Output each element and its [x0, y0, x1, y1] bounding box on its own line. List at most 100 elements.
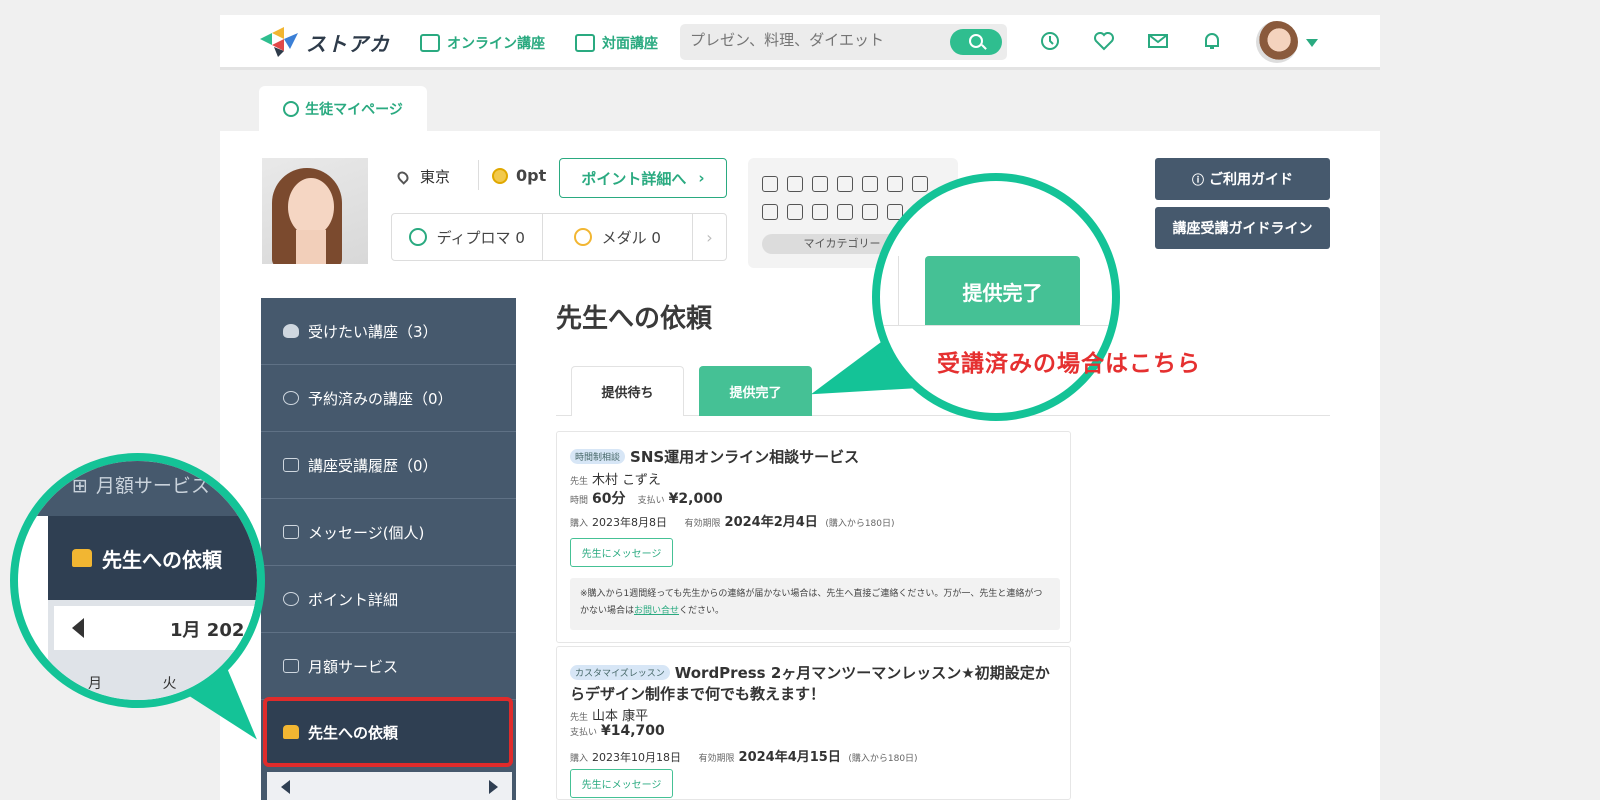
tab-completed[interactable]: 提供完了 — [699, 366, 812, 416]
sidebar-item-label: 受けたい講座（3） — [308, 322, 438, 341]
location-text: 東京 — [420, 168, 451, 186]
zoom-teacher-request: 先生への依頼 — [48, 516, 257, 600]
zoom-teacher-request-label: 先生への依頼 — [102, 547, 222, 572]
heart-icon — [283, 324, 299, 338]
online-course-icon — [420, 34, 440, 52]
sidebar-item-teacher-request[interactable]: 先生への依頼 — [263, 697, 513, 767]
medal-label: メダル 0 — [601, 228, 661, 247]
mail-icon — [283, 525, 299, 539]
calendar-prev-icon[interactable] — [281, 780, 290, 794]
card-teacher: 先生 山本 康平 — [570, 705, 648, 724]
location: 東京 — [395, 166, 451, 187]
pencil-icon — [283, 458, 299, 472]
pay-label: 支払い — [570, 728, 598, 738]
teacher-name: 木村 こずえ — [592, 473, 661, 488]
mail-icon[interactable] — [1146, 30, 1170, 54]
location-pin-icon — [395, 168, 411, 185]
category-icon — [862, 204, 878, 220]
stats-next-icon[interactable]: › — [692, 214, 726, 260]
points-detail-button[interactable]: ポイント詳細へ › — [559, 158, 727, 198]
course-guideline-button[interactable]: 講座受講ガイドライン — [1155, 207, 1330, 249]
card-badge: 時間制相談 — [570, 449, 626, 464]
sidebar-item-label: 月額サービス — [308, 657, 399, 676]
medal-stat[interactable]: メダル 0 — [541, 214, 693, 260]
top-header: ストアカ オンライン講座 対面講座 — [220, 15, 1380, 70]
category-icon — [762, 204, 778, 220]
heart-icon[interactable] — [1092, 30, 1116, 54]
profile-photo — [262, 158, 368, 264]
time-value: 60分 — [592, 491, 626, 507]
sidebar-item-label: 先生への依頼 — [308, 723, 399, 742]
sidebar-item-label: ポイント詳細 — [308, 590, 399, 609]
sidebar-item-wishlist[interactable]: 受けたい講座（3） — [261, 298, 516, 365]
pay-value: ¥14,700 — [601, 723, 665, 739]
nav-offline-label: 対面講座 — [602, 36, 658, 52]
calendar-next-icon[interactable] — [489, 780, 498, 794]
history-icon[interactable] — [1038, 30, 1062, 54]
category-icon — [787, 176, 803, 192]
chevron-down-icon[interactable] — [1306, 39, 1318, 47]
contact-link[interactable]: お問い合せ — [634, 606, 679, 616]
sidebar-item-messages[interactable]: メッセージ(個人) — [261, 499, 516, 566]
expiry-note: (購入から180日) — [848, 754, 918, 764]
category-icon — [862, 176, 878, 192]
user-avatar[interactable] — [1256, 21, 1298, 63]
purchase-label: 購入 — [570, 519, 589, 529]
nav-offline[interactable]: 対面講座 — [575, 33, 658, 53]
message-teacher-button[interactable]: 先生にメッセージ — [570, 769, 673, 798]
category-icon — [837, 204, 853, 220]
logo[interactable]: ストアカ — [260, 27, 390, 57]
expiry-date: 2024年2月4日 — [724, 515, 818, 530]
grid-icon — [283, 659, 299, 673]
nav-online-label: オンライン講座 — [447, 36, 545, 52]
teacher-label: 先生 — [570, 713, 589, 723]
divider — [478, 160, 479, 190]
diploma-stat[interactable]: ディプロマ 0 — [392, 214, 542, 260]
purchase-date: 2023年10月18日 — [592, 751, 682, 764]
tab-student-mypage-label: 生徒マイページ — [305, 101, 403, 118]
bell-icon[interactable] — [1200, 30, 1224, 54]
expiry-note: (購入から180日) — [825, 519, 895, 529]
tab-pending[interactable]: 提供待ち — [571, 366, 684, 416]
help-icon: ⓘ — [1191, 172, 1204, 187]
category-icon — [812, 204, 828, 220]
search-button[interactable] — [950, 29, 1002, 55]
tab-student-mypage[interactable]: 生徒マイページ — [259, 86, 427, 131]
request-card: カスタマイズレッスン WordPress 2ヶ月マンツーマンレッスン★初期設定か … — [556, 646, 1071, 800]
zoom-calendar-days: 月 火 — [88, 676, 205, 692]
coin-icon — [283, 592, 299, 606]
sidebar-item-points[interactable]: ポイント詳細 — [261, 566, 516, 633]
medal-icon — [573, 228, 592, 246]
coin-icon — [492, 167, 508, 184]
usage-guide-button[interactable]: ⓘ ご利用ガイド — [1155, 158, 1330, 200]
search-input[interactable] — [690, 31, 940, 49]
card-teacher: 先生 木村 こずえ — [570, 469, 661, 488]
card-note: ※購入から1週間経っても先生からの連絡が届かない場合は、先生へ直接ご連絡ください… — [570, 578, 1060, 630]
message-teacher-button[interactable]: 先生にメッセージ — [570, 538, 673, 567]
sidebar-item-monthly[interactable]: 月額サービス — [261, 633, 516, 700]
card-dates: 購入 2023年8月8日 有効期限 2024年2月4日 (購入から180日) — [570, 511, 899, 530]
teacher-label: 先生 — [570, 477, 589, 487]
card-title: 時間制相談 SNS運用オンライン相談サービス — [570, 446, 859, 467]
zoom-callout-sidebar: ⊞ 月額サービス 先生への依頼 1月 202 月 火 — [10, 453, 265, 708]
sidebar-item-label: メッセージ(個人) — [308, 523, 425, 542]
category-icon — [762, 176, 778, 192]
card-title: カスタマイズレッスン WordPress 2ヶ月マンツーマンレッスン★初期設定か — [570, 662, 1050, 683]
sidebar-item-history[interactable]: 講座受講履歴（0） — [261, 432, 516, 499]
course-guideline-label: 講座受講ガイドライン — [1172, 221, 1313, 237]
people-icon — [72, 549, 92, 567]
points: 0pt — [492, 166, 546, 185]
nav-online[interactable]: オンライン講座 — [420, 33, 545, 53]
category-icon — [787, 204, 803, 220]
sidebar-item-label: 講座受講履歴（0） — [308, 456, 438, 475]
zoom-tab-line — [880, 325, 1112, 326]
page-title: 先生への依頼 — [556, 304, 713, 334]
category-icons-row1 — [762, 176, 928, 192]
note-tail: ください。 — [679, 606, 725, 616]
purchase-date: 2023年8月8日 — [592, 516, 668, 529]
student-icon — [283, 100, 300, 117]
sidebar-item-reserved[interactable]: 予約済みの講座（0） — [261, 365, 516, 432]
category-icons-row2 — [762, 204, 903, 220]
zoom-calendar: 1月 202 月 火 — [48, 600, 257, 700]
expiry-date: 2024年4月15日 — [738, 750, 841, 765]
